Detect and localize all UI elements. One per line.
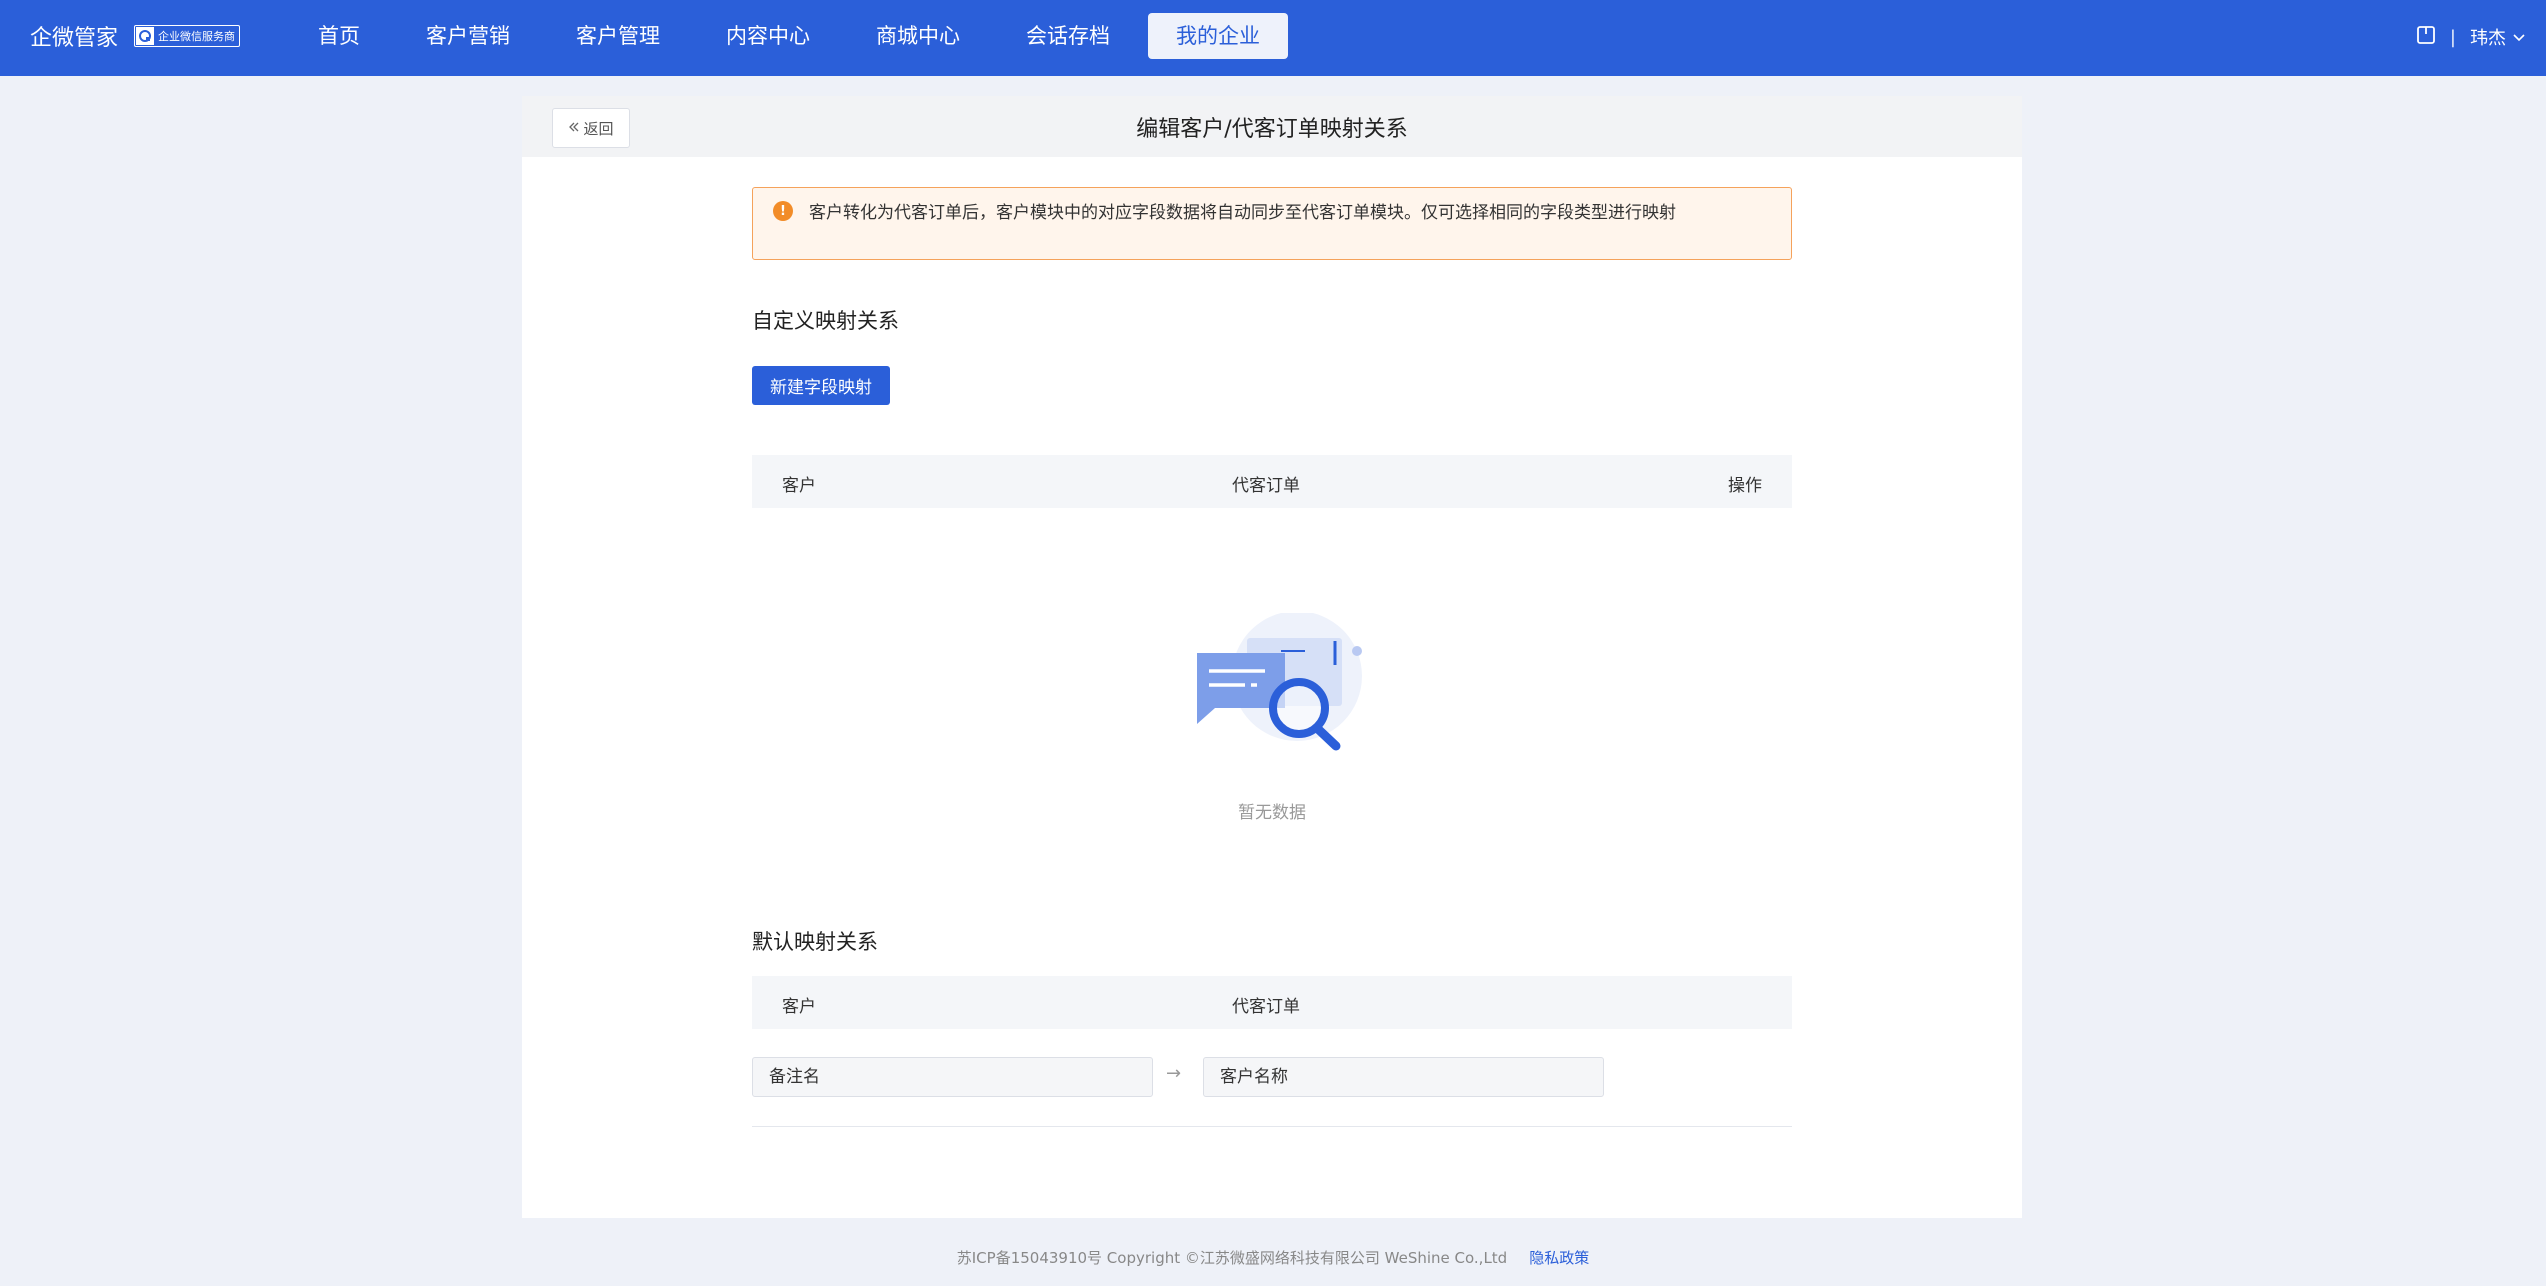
nav-item-customer-marketing[interactable]: 客户营销 (398, 13, 538, 59)
custom-mapping-table-header: 客户 代客订单 操作 (752, 455, 1792, 508)
main-content: ! 客户转化为代客订单后，客户模块中的对应字段数据将自动同步至代客订单模块。仅可… (752, 187, 1792, 1127)
notice-text: 客户转化为代客订单后，客户模块中的对应字段数据将自动同步至代客订单模块。仅可选择… (809, 203, 1676, 223)
main-nav: 首页 客户营销 客户管理 内容中心 商城中心 会话存档 我的企业 (290, 13, 1298, 59)
double-chevron-left-icon (568, 120, 580, 137)
column-header-order: 代客订单 (1232, 476, 1300, 496)
user-name[interactable]: 玮杰 (2470, 24, 2506, 50)
brand-logo[interactable]: 企微管家 企业微信服务商 (30, 20, 241, 52)
nav-item-chat-archive[interactable]: 会话存档 (998, 13, 1138, 59)
order-field-input[interactable]: 客户名称 (1203, 1057, 1604, 1097)
page-card: 返回 编辑客户/代客订单映射关系 ! 客户转化为代客订单后，客户模块中的对应字段… (522, 96, 2022, 1218)
chevron-down-icon[interactable] (2512, 27, 2526, 48)
nav-item-my-enterprise[interactable]: 我的企业 (1148, 13, 1288, 59)
brand-badge-text: 企业微信服务商 (158, 30, 236, 43)
mapping-row: 备注名 → 客户名称 (752, 1029, 1792, 1127)
new-field-mapping-button[interactable]: 新建字段映射 (752, 366, 890, 405)
wecom-logo-icon (136, 27, 155, 45)
custom-mapping-title: 自定义映射关系 (752, 309, 899, 333)
empty-state-text: 暂无数据 (1238, 803, 1306, 823)
column-header-actions: 操作 (1728, 476, 1762, 496)
user-area: | 玮杰 (2416, 24, 2526, 50)
back-button-label: 返回 (583, 120, 614, 138)
back-button[interactable]: 返回 (552, 108, 630, 148)
privacy-policy-link[interactable]: 隐私政策 (1529, 1249, 1589, 1267)
separator: | (2449, 26, 2456, 48)
nav-item-mall-center[interactable]: 商城中心 (848, 13, 988, 59)
nav-item-content-center[interactable]: 内容中心 (698, 13, 838, 59)
page-title: 编辑客户/代客订单映射关系 (1136, 116, 1408, 142)
footer: 苏ICP备15043910号 Copyright ©江苏微盛网络科技有限公司 W… (0, 1247, 2546, 1268)
nav-item-home[interactable]: 首页 (290, 13, 388, 59)
copyright-text: 苏ICP备15043910号 Copyright ©江苏微盛网络科技有限公司 W… (956, 1249, 1508, 1267)
no-data-illustration-icon (1187, 611, 1367, 757)
customer-field-input[interactable]: 备注名 (752, 1057, 1153, 1097)
brand-name: 企微管家 (30, 26, 119, 51)
warning-icon: ! (773, 201, 793, 221)
column-header-customer: 客户 (782, 476, 816, 496)
column-header-order: 代客订单 (1232, 997, 1300, 1017)
default-mapping-table-header: 客户 代客订单 (752, 976, 1792, 1029)
top-nav-bar: 企微管家 企业微信服务商 首页 客户营销 客户管理 内容中心 商城中心 会话存档… (0, 0, 2546, 76)
column-header-customer: 客户 (782, 997, 816, 1017)
card-header: 返回 编辑客户/代客订单映射关系 (522, 96, 2022, 157)
book-icon[interactable] (2416, 25, 2436, 50)
arrow-right-icon: → (1166, 1063, 1182, 1084)
info-notice: ! 客户转化为代客订单后，客户模块中的对应字段数据将自动同步至代客订单模块。仅可… (752, 187, 1792, 260)
nav-item-customer-management[interactable]: 客户管理 (548, 13, 688, 59)
empty-state: 暂无数据 (752, 508, 1792, 888)
default-mapping-title: 默认映射关系 (752, 930, 878, 954)
brand-badge: 企业微信服务商 (134, 25, 241, 47)
